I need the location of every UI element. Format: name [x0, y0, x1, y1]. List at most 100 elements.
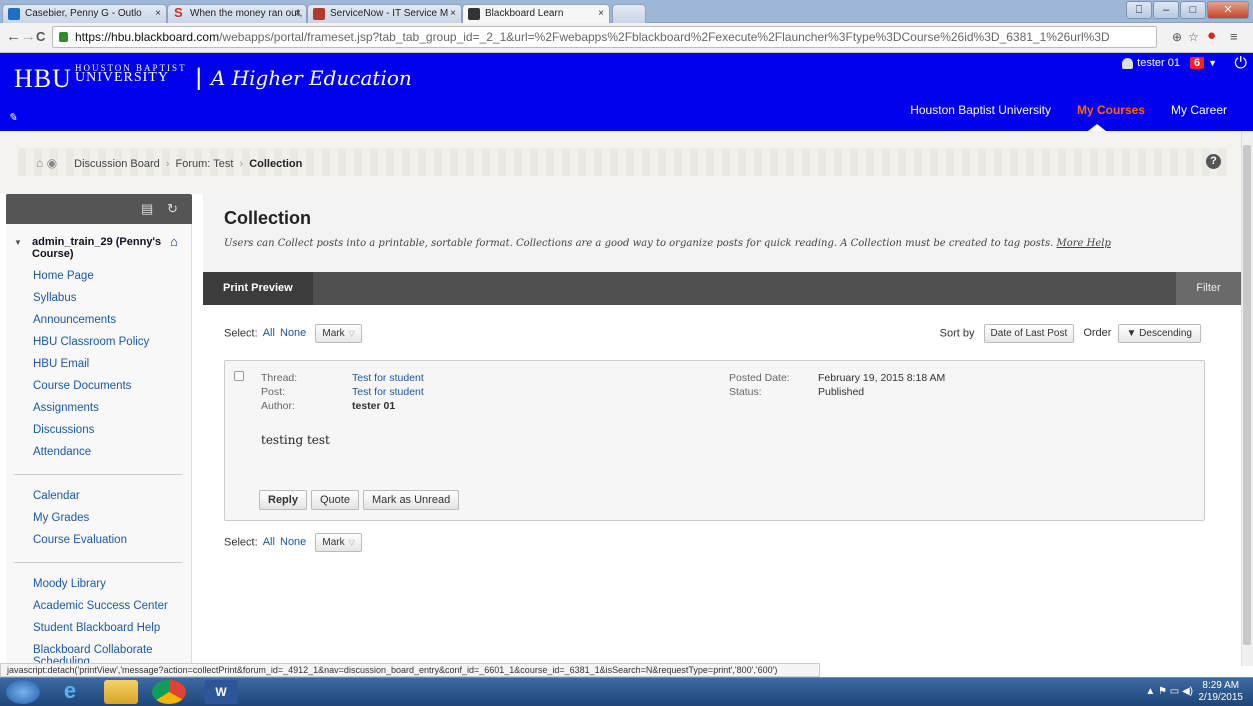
help-icon[interactable]: ? — [1206, 154, 1221, 169]
reply-button[interactable]: Reply — [259, 490, 307, 510]
refresh-icon[interactable]: ↻ — [167, 201, 178, 217]
sidebar-item-calendar[interactable]: Calendar — [33, 490, 80, 502]
user-name: tester 01 — [1137, 57, 1180, 69]
start-button-icon[interactable] — [6, 680, 40, 704]
sidebar-item-announcements[interactable]: Announcements — [33, 314, 116, 326]
breadcrumb-separator: › — [165, 158, 170, 170]
breadcrumb-forum[interactable]: Forum: Test — [176, 158, 234, 170]
breadcrumb-discussion-board[interactable]: Discussion Board — [74, 158, 160, 170]
word-icon[interactable]: W — [204, 680, 238, 704]
system-tray-icons[interactable]: ▲ ⚑ ▭ ◀) — [1145, 686, 1193, 697]
zoom-icon[interactable]: ⊕ — [1172, 30, 1182, 44]
folder-view-icon[interactable]: ▤ — [141, 201, 153, 217]
tab-label: ServiceNow - IT Service M — [330, 8, 449, 19]
select-none-link[interactable]: None — [280, 327, 306, 339]
post-actions: Reply Quote Mark as Unread — [259, 490, 463, 510]
browser-tab-servicenow[interactable]: ServiceNow - IT Service M × — [307, 4, 462, 23]
quote-button[interactable]: Quote — [310, 490, 359, 510]
select-all-link[interactable]: All — [263, 327, 275, 339]
author-label: Author: — [261, 400, 295, 412]
tab-label: Casebier, Penny G - Outlo — [25, 8, 142, 19]
blackboard-icon — [468, 8, 480, 20]
browser-tab-strip: Casebier, Penny G - Outlo × S When the m… — [0, 0, 1253, 23]
scrollbar-thumb[interactable] — [1243, 145, 1251, 645]
more-help-link[interactable]: More Help — [1056, 238, 1110, 249]
menu-divider — [14, 474, 182, 475]
maximize-icon[interactable]: □ — [1180, 1, 1206, 19]
mark-dropdown[interactable]: Mark ▽ — [315, 533, 362, 552]
course-title[interactable]: admin_train_29 (Penny's Course) — [32, 236, 162, 260]
post-checkbox[interactable] — [234, 371, 244, 381]
browser-tab-blackboard[interactable]: Blackboard Learn × — [462, 4, 610, 23]
close-window-icon[interactable]: ✕ — [1207, 1, 1249, 19]
sidebar-item-moody-library[interactable]: Moody Library — [33, 578, 106, 590]
new-tab-button[interactable] — [612, 4, 646, 23]
site-header: HBU HOUSTON BAPTIST UNIVERSITY | A Higher… — [0, 53, 1253, 131]
sidebar-item-academic-success[interactable]: Academic Success Center — [33, 600, 168, 612]
home-icon[interactable]: ⌂ — [170, 234, 178, 249]
user-icon[interactable]: ⎕ — [1126, 1, 1152, 19]
thread-link[interactable]: Test for student — [352, 372, 424, 384]
sidebar-item-discussions[interactable]: Discussions — [33, 424, 94, 436]
sidebar-item-collaborate[interactable]: Blackboard Collaborate — [33, 644, 153, 656]
page-title: Collection — [224, 208, 312, 228]
print-preview-button[interactable]: Print Preview — [203, 272, 313, 305]
notification-badge[interactable]: 6 — [1189, 57, 1205, 69]
sidebar-item-my-grades[interactable]: My Grades — [33, 512, 89, 524]
tab-hbu[interactable]: Houston Baptist University — [910, 103, 1051, 117]
menu-icon[interactable]: ≡ — [1230, 29, 1238, 44]
breadcrumb-current: Collection — [249, 158, 303, 170]
sidebar-item-classroom-policy[interactable]: HBU Classroom Policy — [33, 336, 149, 348]
action-bar — [203, 272, 1241, 305]
user-icon — [1122, 57, 1134, 69]
mark-label: Mark — [322, 537, 345, 548]
sidebar-item-home-page[interactable]: Home Page — [33, 270, 94, 282]
course-menu: ▼ admin_train_29 (Penny's Course) ⌂ Home… — [6, 224, 192, 666]
sidebar-item-assignments[interactable]: Assignments — [33, 402, 99, 414]
taskbar-clock[interactable]: 8:29 AM 2/19/2015 — [1199, 680, 1244, 704]
file-explorer-icon[interactable] — [104, 680, 138, 704]
star-icon[interactable]: ☆ — [1188, 30, 1199, 44]
user-menu[interactable]: tester 01 6 ▼ — [1122, 57, 1217, 69]
internet-explorer-icon[interactable]: e — [50, 680, 90, 704]
sidebar-item-course-documents[interactable]: Course Documents — [33, 380, 131, 392]
chrome-icon[interactable] — [152, 680, 186, 704]
minimize-icon[interactable]: – — [1153, 1, 1179, 19]
filter-button[interactable]: Filter — [1176, 272, 1241, 305]
hbu-logo[interactable]: HBU HOUSTON BAPTIST UNIVERSITY | A Higher… — [14, 63, 412, 94]
sidebar-item-blackboard-help[interactable]: Student Blackboard Help — [33, 622, 160, 634]
mark-unread-button[interactable]: Mark as Unread — [362, 490, 460, 510]
reload-icon[interactable]: C — [36, 29, 45, 44]
tab-my-career[interactable]: My Career — [1171, 103, 1227, 117]
order-select[interactable]: ▼ Descending — [1117, 324, 1201, 343]
browser-tab-money[interactable]: S When the money ran out, × — [167, 4, 307, 23]
edit-pencil-icon[interactable]: ✎ — [8, 111, 17, 124]
home-icon[interactable]: ⌂ ◉ — [36, 156, 57, 170]
chevron-down-icon[interactable]: ▼ — [1208, 58, 1217, 68]
sidebar-item-course-evaluation[interactable]: Course Evaluation — [33, 534, 127, 546]
select-label: Select: — [224, 327, 258, 340]
url-input[interactable]: https://hbu.blackboard.com/webapps/porta… — [52, 26, 1157, 48]
sort-by-select[interactable]: Date of Last Post — [983, 324, 1075, 343]
close-icon[interactable]: × — [598, 8, 604, 19]
back-icon[interactable]: ← — [6, 28, 21, 45]
select-all-link[interactable]: All — [263, 536, 275, 548]
extension-icon[interactable]: ● — [1207, 27, 1216, 44]
select-none-link[interactable]: None — [280, 536, 306, 548]
posted-date-label: Posted Date: — [729, 372, 790, 384]
close-icon[interactable]: × — [155, 8, 161, 19]
close-icon[interactable]: × — [295, 8, 301, 19]
posted-date: February 19, 2015 8:18 AM — [818, 372, 946, 384]
lock-icon — [59, 32, 68, 42]
sidebar-item-hbu-email[interactable]: HBU Email — [33, 358, 89, 370]
browser-tab-outlook[interactable]: Casebier, Penny G - Outlo × — [2, 4, 167, 23]
close-icon[interactable]: × — [450, 8, 456, 19]
collapse-icon[interactable]: ▼ — [14, 238, 22, 247]
sidebar-item-syllabus[interactable]: Syllabus — [33, 292, 76, 304]
post-link[interactable]: Test for student — [352, 386, 424, 398]
sidebar-item-attendance[interactable]: Attendance — [33, 446, 91, 458]
forward-icon[interactable]: → — [21, 28, 36, 45]
logout-icon[interactable]: ⏻ — [1234, 55, 1247, 73]
tab-my-courses[interactable]: My Courses — [1077, 103, 1145, 117]
mark-dropdown[interactable]: Mark ▽ — [315, 324, 362, 343]
